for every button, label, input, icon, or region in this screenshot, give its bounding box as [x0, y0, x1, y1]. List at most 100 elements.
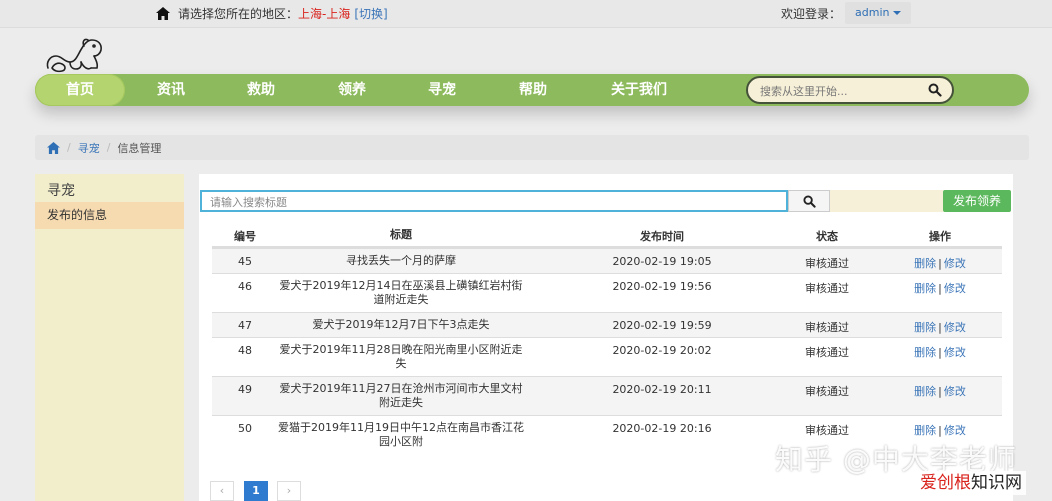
cell-actions: 删除 | 修改 [882, 255, 998, 271]
cell-status: 审核通过 [805, 385, 849, 398]
cell-title: 爱犬于2019年12月7日下午3点走失 [312, 318, 490, 331]
cell-title: 爱猫于2019年11月19日中午12点在南昌市香江花园小区附 [278, 421, 524, 448]
watermark-part-a: 爱创根 [920, 473, 971, 493]
cell-id: 49 [238, 383, 252, 396]
delete-link[interactable]: 删除 [914, 321, 936, 334]
header-id: 编号 [234, 230, 256, 243]
nav-search-input[interactable]: 搜索从这里开始... [746, 76, 954, 104]
nav-item-find-pet[interactable]: 寻宠 [406, 74, 478, 106]
edit-link[interactable]: 修改 [944, 321, 966, 334]
cell-time: 2020-02-19 20:11 [612, 383, 712, 396]
breadcrumb-separator: / [106, 141, 111, 154]
title-search-input[interactable]: 请输入搜索标题 [200, 190, 788, 212]
table-row: 47 爱犬于2019年12月7日下午3点走失 2020-02-19 19:59 … [212, 312, 1002, 337]
table-row: 45 寻找丢失一个月的萨摩 2020-02-19 19:05 审核通过 删除 | 修… [212, 248, 1002, 273]
header-actions: 操作 [929, 230, 951, 243]
edit-link[interactable]: 修改 [944, 385, 966, 398]
region-city: 上海-上海 [298, 7, 351, 21]
edit-link[interactable]: 修改 [944, 424, 966, 437]
welcome-label: 欢迎登录： [781, 7, 842, 21]
main-nav: 首页 资讯 救助 领养 寻宠 帮助 关于我们 搜索从这里开始... [35, 74, 1029, 106]
cell-actions: 删除 | 修改 [882, 383, 998, 399]
toolbar-spacer [830, 190, 943, 212]
region-switch-link[interactable]: [切换] [354, 5, 387, 22]
watermark-badge: 爱创根知识网 [916, 471, 1026, 495]
cell-actions: 删除 | 修改 [882, 344, 998, 360]
cell-actions: 删除 | 修改 [882, 422, 998, 438]
user-menu-button[interactable]: admin [845, 2, 912, 24]
search-icon [803, 195, 816, 208]
nav-search-placeholder: 搜索从这里开始... [760, 85, 848, 98]
cell-id: 46 [238, 280, 252, 293]
region-prefix: 请选择您所在的地区： [178, 7, 299, 21]
action-separator: | [938, 346, 942, 359]
nav-item-rescue[interactable]: 救助 [225, 74, 297, 106]
delete-link[interactable]: 删除 [914, 346, 936, 359]
caret-down-icon [893, 11, 902, 15]
nav-item-about[interactable]: 关于我们 [597, 74, 681, 106]
cell-status: 审核通过 [805, 424, 849, 437]
cell-time: 2020-02-19 19:05 [612, 255, 712, 268]
cell-time: 2020-02-19 19:59 [612, 319, 712, 332]
nav-item-news[interactable]: 资讯 [135, 74, 207, 106]
table-header: 编号 标题 发布时间 状态 操作 [212, 222, 1002, 248]
edit-link[interactable]: 修改 [944, 257, 966, 270]
edit-link[interactable]: 修改 [944, 282, 966, 295]
site-logo[interactable] [44, 34, 106, 74]
action-separator: | [938, 385, 942, 398]
cell-time: 2020-02-19 20:02 [612, 344, 712, 357]
nav-item-home[interactable]: 首页 [35, 74, 125, 106]
header-time: 发布时间 [640, 230, 684, 243]
nav-item-adopt[interactable]: 领养 [316, 74, 388, 106]
cell-time: 2020-02-19 20:16 [612, 422, 712, 435]
cell-title: 寻找丢失一个月的萨摩 [346, 254, 456, 267]
cell-time: 2020-02-19 19:56 [612, 280, 712, 293]
home-icon [156, 7, 170, 20]
cell-actions: 删除 | 修改 [882, 280, 998, 296]
header-title: 标题 [390, 228, 412, 241]
header-status: 状态 [816, 230, 838, 243]
action-separator: | [938, 282, 942, 295]
region-selector: 请选择您所在的地区： 上海-上海 [切换] [156, 5, 388, 22]
breadcrumb: / 寻宠 / 信息管理 [35, 135, 1029, 160]
breadcrumb-current: 信息管理 [117, 141, 162, 155]
cell-status: 审核通过 [805, 321, 849, 334]
action-separator: | [938, 257, 942, 270]
sidebar: 寻宠 发布的信息 [35, 174, 184, 501]
cell-id: 50 [238, 422, 252, 435]
action-separator: | [938, 321, 942, 334]
table-row: 48 爱犬于2019年11月28日晚在阳光南里小区附近走失 2020-02-19… [212, 337, 1002, 376]
cell-status: 审核通过 [805, 346, 849, 359]
top-bar: 请选择您所在的地区： 上海-上海 [切换] 欢迎登录： admin [0, 0, 1052, 28]
delete-link[interactable]: 删除 [914, 424, 936, 437]
publish-adopt-button[interactable]: 发布领养 [943, 190, 1011, 212]
breadcrumb-separator: / [67, 141, 71, 154]
cell-title: 爱犬于2019年12月14日在巫溪县上磺镇红岩村街道附近走失 [279, 279, 523, 306]
cell-id: 45 [238, 255, 252, 268]
pagination-prev-button[interactable]: ‹ [210, 481, 234, 501]
edit-link[interactable]: 修改 [944, 346, 966, 359]
cell-id: 48 [238, 344, 252, 357]
delete-link[interactable]: 删除 [914, 385, 936, 398]
action-separator: | [938, 424, 942, 437]
username: admin [855, 6, 890, 19]
search-icon[interactable] [928, 83, 942, 97]
delete-link[interactable]: 删除 [914, 282, 936, 295]
watermark-part-b: 知识网 [971, 473, 1022, 493]
cell-status: 审核通过 [805, 257, 849, 270]
delete-link[interactable]: 删除 [914, 257, 936, 270]
sidebar-item-published[interactable]: 发布的信息 [35, 202, 184, 229]
cell-actions: 删除 | 修改 [882, 319, 998, 335]
sidebar-title: 寻宠 [47, 183, 75, 199]
nav-item-help[interactable]: 帮助 [497, 74, 569, 106]
pagination-next-button[interactable]: › [277, 481, 301, 501]
pagination-page-button[interactable]: 1 [244, 481, 268, 501]
table-row: 49 爱犬于2019年11月27日在沧州市河间市大里文村附近走失 2020-02… [212, 376, 1002, 415]
title-search-placeholder: 请输入搜索标题 [210, 196, 287, 209]
breadcrumb-link-find-pet[interactable]: 寻宠 [78, 140, 100, 156]
search-button[interactable] [788, 190, 830, 212]
table-row: 46 爱犬于2019年12月14日在巫溪县上磺镇红岩村街道附近走失 2020-0… [212, 273, 1002, 312]
home-icon[interactable] [47, 141, 60, 154]
cell-id: 47 [238, 319, 252, 332]
cell-status: 审核通过 [805, 282, 849, 295]
